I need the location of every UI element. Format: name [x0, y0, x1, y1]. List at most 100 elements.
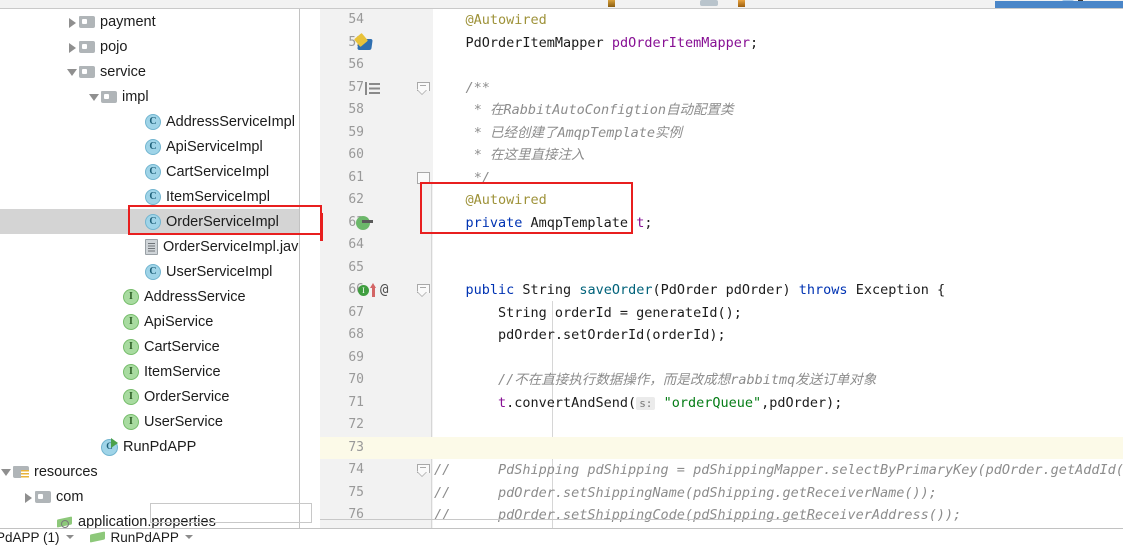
- code-text: */: [473, 169, 490, 186]
- chevron-down-icon[interactable]: [0, 465, 13, 478]
- code-line-74[interactable]: 74 // PdShipping pdShipping = pdShippingMa…: [320, 459, 1123, 482]
- code-line-67[interactable]: 67 String orderId = generateId();: [320, 302, 1123, 325]
- code-line-57[interactable]: 57 /**: [320, 77, 1123, 100]
- comment-prefix: //: [434, 484, 451, 501]
- tree-item-label: AddressServiceImpl: [166, 113, 295, 130]
- java-class-icon: C: [145, 263, 161, 280]
- tree-item-userserviceimpl[interactable]: C UserServiceImpl: [0, 259, 300, 284]
- tree-item-apiservice[interactable]: I ApiService: [0, 309, 300, 334]
- tree-item-runpdapp[interactable]: RunPdAPP: [0, 434, 300, 459]
- tree-item-userservice[interactable]: I UserService: [0, 409, 300, 434]
- tree-item-label: RunPdAPP: [123, 438, 197, 455]
- status-bar[interactable]: PdAPP (1) RunPdAPP: [0, 528, 1123, 545]
- toolbar-icon-debug[interactable]: [738, 0, 745, 7]
- tree-item-itemservice[interactable]: I ItemService: [0, 359, 300, 384]
- code-line-71[interactable]: 71 t.convertAndSend(s: "orderQueue",pdOrd…: [320, 392, 1123, 415]
- code-line-73[interactable]: 73: [320, 436, 1123, 459]
- line-number: 60: [348, 147, 364, 162]
- code-line-72[interactable]: 72: [320, 414, 1123, 437]
- tree-item-label: payment: [100, 13, 156, 30]
- line-number: 73: [348, 439, 364, 455]
- implements-method-icon[interactable]: I: [358, 285, 369, 296]
- tree-item-label: CartService: [144, 338, 220, 355]
- code-line-58[interactable]: 58 * 在RabbitAutoConfigtion自动配置类: [320, 99, 1123, 122]
- tree-item-pojo[interactable]: pojo: [0, 34, 300, 59]
- java-interface-icon: I: [123, 288, 139, 305]
- status-item-label: RunPdAPP: [110, 529, 179, 545]
- java-interface-icon: I: [123, 363, 139, 380]
- tree-item-label: ItemServiceImpl: [166, 188, 270, 205]
- code-line-56[interactable]: 56: [320, 54, 1123, 77]
- status-item-pdapp-1[interactable]: PdAPP (1): [0, 530, 74, 545]
- tree-item-cartservice[interactable]: I CartService: [0, 334, 300, 359]
- tree-item-impl[interactable]: impl: [0, 84, 300, 109]
- tree-item-apiserviceimpl[interactable]: C ApiServiceImpl: [0, 134, 300, 159]
- tree-item-label: ItemService: [144, 363, 221, 380]
- annotation-at-icon[interactable]: @: [380, 279, 388, 302]
- code-editor-area[interactable]: 54 @Autowired 55 PdOrderItemMapper pdOrderI…: [320, 9, 1123, 528]
- tree-item-resources[interactable]: resources: [0, 459, 300, 484]
- folder-icon: [101, 90, 117, 103]
- chevron-down-icon[interactable]: [65, 535, 74, 539]
- line-number: 57: [348, 79, 364, 95]
- toolbar-icon-run-config[interactable]: [700, 0, 718, 6]
- code-text: t.convertAndSend(s: "orderQueue",pdOrder…: [498, 394, 843, 411]
- code-line-68[interactable]: 68 pdOrder.setOrderId(orderId);: [320, 324, 1123, 347]
- line-number: 74: [348, 462, 364, 477]
- tree-item-orderservice[interactable]: I OrderService: [0, 384, 300, 409]
- code-line-59[interactable]: 59 * 已经创建了AmqpTemplate实例: [320, 122, 1123, 145]
- chevron-right-icon[interactable]: [66, 40, 79, 53]
- code-text: @Autowired: [465, 192, 547, 208]
- code-line-70[interactable]: 70 //不在直接执行数据操作，而是改成想rabbitmq发送订单对象: [320, 369, 1123, 392]
- code-line-69[interactable]: 69: [320, 347, 1123, 370]
- tree-item-label: CartServiceImpl: [166, 163, 270, 180]
- code-line-66[interactable]: 66 I @ public String saveOrder(PdOrder pdOr…: [320, 279, 1123, 302]
- project-tree-panel[interactable]: payment pojo service impl C AddressServiceImp…: [0, 9, 300, 528]
- active-tab-indicator[interactable]: [995, 1, 1123, 8]
- code-line-list[interactable]: 54 @Autowired 55 PdOrderItemMapper pdOrderI…: [320, 9, 1123, 527]
- line-number: 61: [348, 169, 364, 185]
- chevron-down-icon[interactable]: [184, 535, 193, 539]
- tree-item-addressserviceimpl[interactable]: C AddressServiceImpl: [0, 109, 300, 134]
- chevron-down-icon[interactable]: [88, 90, 101, 103]
- folder-icon: [79, 40, 95, 53]
- code-line-61[interactable]: 61 */: [320, 167, 1123, 190]
- java-interface-icon: I: [123, 313, 139, 330]
- status-item-runpdapp[interactable]: RunPdAPP: [90, 530, 193, 545]
- parameter-hint-badge: s:: [636, 396, 656, 410]
- tree-item-itemserviceimpl[interactable]: C ItemServiceImpl: [0, 184, 300, 209]
- ide-window: payment pojo service impl C AddressServiceImp…: [0, 0, 1123, 545]
- editor-bottom-border: [320, 519, 820, 520]
- tree-item-cartserviceimpl[interactable]: C CartServiceImpl: [0, 159, 300, 184]
- chevron-down-icon[interactable]: [66, 65, 79, 78]
- code-line-65[interactable]: 65: [320, 257, 1123, 280]
- chevron-right-icon[interactable]: [66, 15, 79, 28]
- code-line-62[interactable]: 62 @Autowired: [320, 189, 1123, 212]
- toolbar-icon-build[interactable]: [608, 0, 615, 7]
- line-number: 69: [348, 349, 364, 365]
- tree-item-addressservice[interactable]: I AddressService: [0, 284, 300, 309]
- java-class-icon: C: [145, 163, 161, 180]
- code-line-63[interactable]: 63 private AmqpTemplate t;: [320, 212, 1123, 235]
- tree-item-label: resources: [34, 463, 98, 480]
- code-line-64[interactable]: 64: [320, 234, 1123, 257]
- chevron-right-icon[interactable]: [22, 490, 35, 503]
- code-line-76[interactable]: 76 // pdOrder.setShippingCode(pdShipping.g…: [320, 504, 1123, 527]
- code-line-55[interactable]: 55 PdOrderItemMapper pdOrderItemMapper;: [320, 32, 1123, 55]
- tree-item-orderserviceimpl-jav[interactable]: OrderServiceImpl.jav: [0, 234, 300, 259]
- tree-item-service[interactable]: service: [0, 59, 300, 84]
- comment-prefix: //: [434, 462, 451, 478]
- tree-item-payment[interactable]: payment: [0, 9, 300, 34]
- code-line-75[interactable]: 75 // pdOrder.setShippingName(pdShipping.g…: [320, 482, 1123, 505]
- runnable-class-icon: [101, 438, 118, 456]
- code-line-60[interactable]: 60 * 在这里直接注入: [320, 144, 1123, 167]
- tree-item-orderserviceimpl[interactable]: C OrderServiceImpl: [0, 209, 300, 234]
- code-line-54[interactable]: 54 @Autowired: [320, 9, 1123, 32]
